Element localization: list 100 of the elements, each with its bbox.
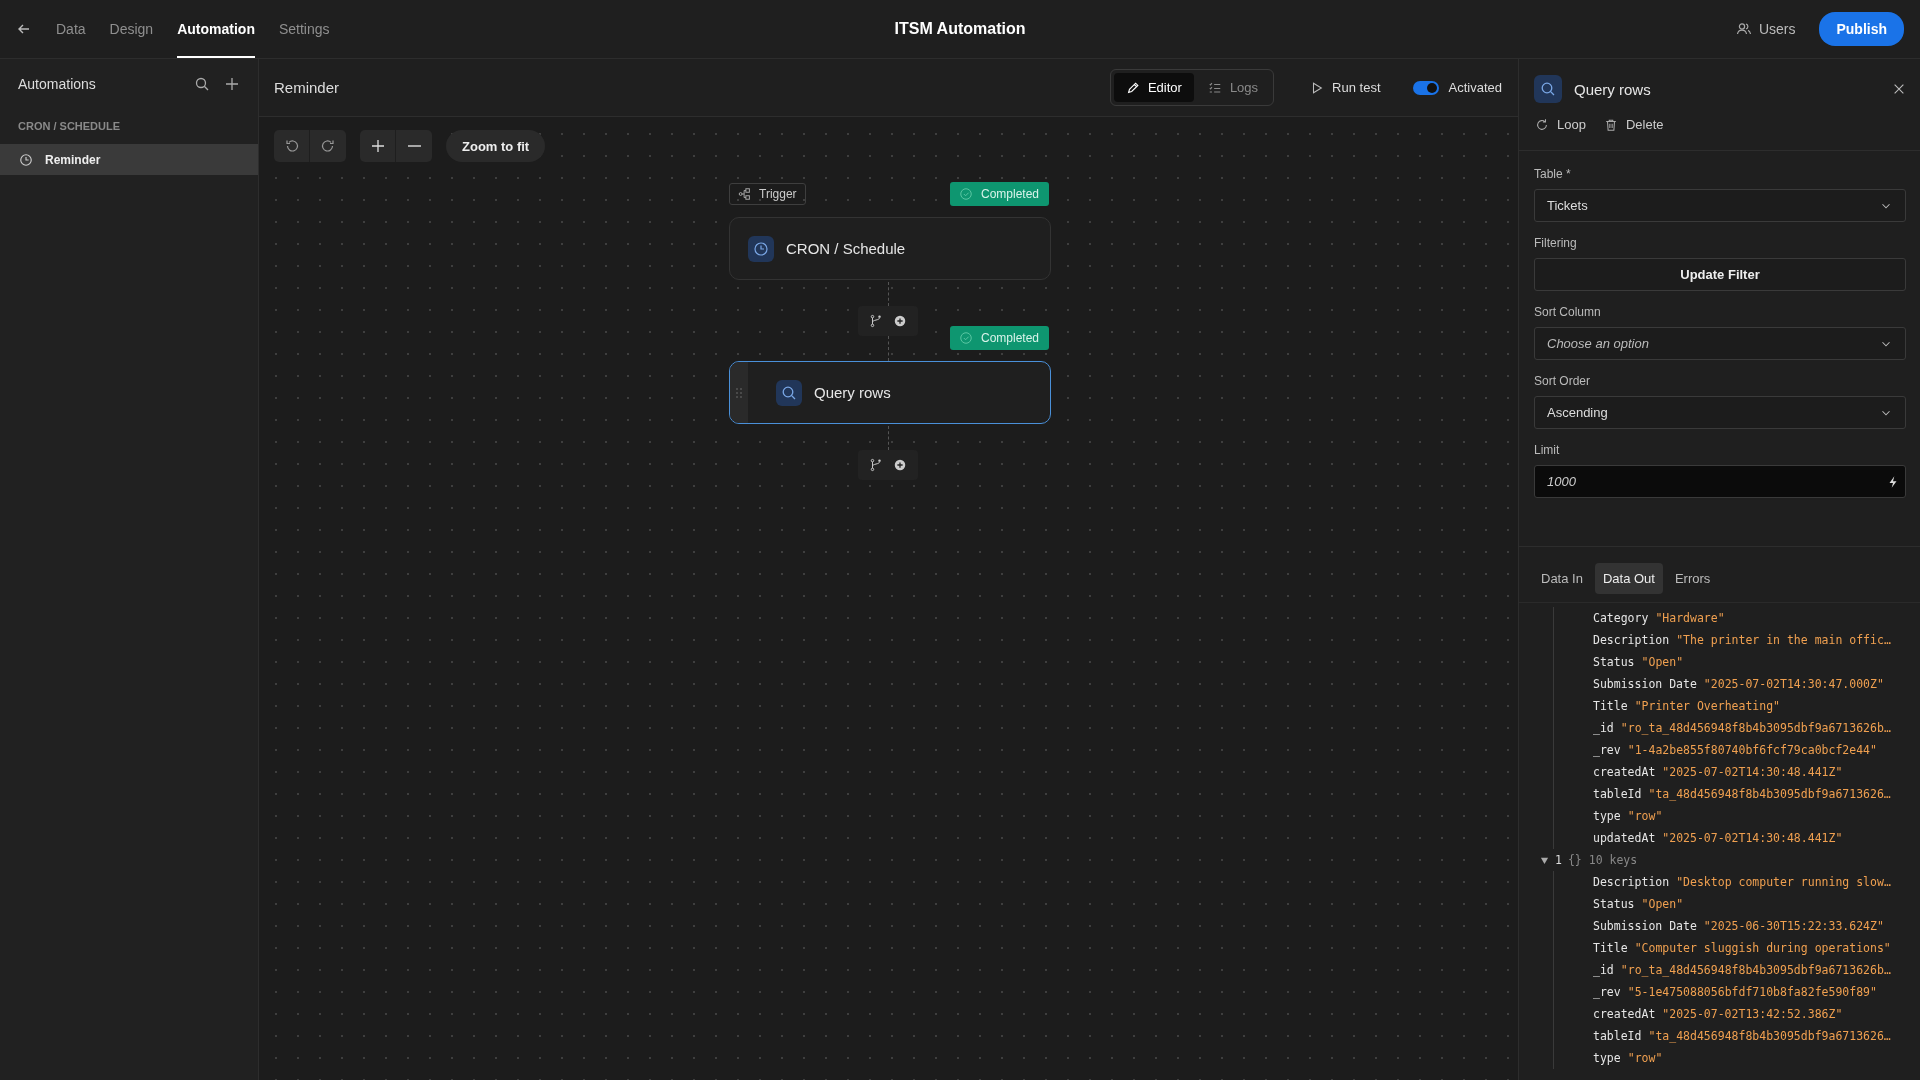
mode-tab[interactable]: Logs — [1195, 73, 1271, 102]
loop-icon — [1535, 117, 1549, 132]
automation-title: Reminder — [274, 79, 340, 96]
json-key: Submission Date — [1593, 677, 1697, 691]
step-node[interactable]: Query rows — [729, 361, 1051, 424]
panel-title: Query rows — [1574, 80, 1651, 98]
clock-icon — [753, 240, 769, 257]
pencil-icon — [1125, 80, 1140, 95]
json-value: "5-1e475088056bfdf710b8fa82fe590f89" — [1627, 985, 1877, 999]
activated-label: Activated — [1448, 80, 1502, 95]
limit-field[interactable]: 1000 — [1534, 465, 1906, 498]
step-name: CRON / Schedule — [786, 240, 906, 257]
json-value: "Hardware" — [1655, 611, 1725, 625]
json-key: tableId — [1593, 787, 1642, 801]
publish-button[interactable]: Publish — [1819, 12, 1904, 46]
status-badge: Completed — [950, 182, 1049, 206]
users-button[interactable]: Users — [1729, 20, 1802, 38]
nav-tab[interactable]: Data — [56, 0, 86, 58]
json-value: "2025-07-02T14:30:47.000Z" — [1703, 677, 1884, 691]
json-value: "The printer in the main offic… — [1676, 633, 1891, 647]
json-value: "ta_48d456948f8b4b3095dbf9a6713626… — [1648, 1029, 1891, 1043]
add-step-icon[interactable] — [893, 458, 907, 472]
json-value: "2025-07-02T14:30:48.441Z" — [1662, 765, 1843, 779]
checklist-icon — [1207, 80, 1222, 95]
json-value: "ta_48d456948f8b4b3095dbf9a6713626… — [1648, 787, 1891, 801]
search-icon — [1540, 81, 1556, 97]
plus-icon — [369, 138, 386, 154]
app-title: ITSM Automation — [894, 20, 1026, 38]
panel-action[interactable]: Loop — [1535, 117, 1586, 132]
field-label: Sort Order — [1534, 374, 1591, 388]
check-circle-icon — [959, 331, 973, 345]
drag-handle[interactable] — [730, 362, 748, 423]
json-value: "ro_ta_48d456948f8b4b3095dbf9a6713626b… — [1620, 963, 1891, 977]
json-key: updatedAt — [1593, 831, 1656, 845]
json-value: "Open" — [1641, 655, 1684, 669]
status-badge: Completed — [950, 326, 1049, 350]
json-key: createdAt — [1593, 1007, 1656, 1021]
add-step-icon[interactable] — [893, 314, 907, 328]
field-label: Table * — [1534, 167, 1572, 181]
hierarchy-icon — [738, 187, 752, 201]
key-count: {} 10 keys — [1567, 853, 1638, 867]
json-key: _id — [1593, 721, 1614, 735]
select-field[interactable]: Tickets — [1534, 189, 1906, 222]
field-label: Limit — [1534, 443, 1561, 457]
search-icon[interactable] — [194, 76, 210, 92]
update-filter-button[interactable]: Update Filter — [1534, 258, 1906, 291]
json-key: _rev — [1593, 985, 1621, 999]
sidebar-title: Automations — [18, 76, 96, 92]
check-circle-icon — [959, 187, 973, 201]
json-value: "row" — [1627, 809, 1663, 823]
json-value: "Computer sluggish during operations" — [1634, 941, 1891, 955]
select-field[interactable]: Choose an option — [1534, 327, 1906, 360]
minus-icon — [407, 145, 421, 147]
field-label: Sort Column — [1534, 305, 1602, 319]
json-key: _rev — [1593, 743, 1621, 757]
undo-icon — [283, 138, 300, 154]
json-key: Description — [1593, 633, 1670, 647]
field-label: Filtering — [1534, 236, 1578, 250]
json-key: _id — [1593, 963, 1614, 977]
users-icon — [1735, 21, 1752, 37]
select-field[interactable]: Ascending — [1534, 396, 1906, 429]
group-heading: CRON / SCHEDULE — [17, 119, 122, 134]
json-value: "2025-07-02T13:42:52.386Z" — [1662, 1007, 1843, 1021]
step-name: Query rows — [814, 384, 891, 401]
row-index: 1 — [1555, 853, 1562, 867]
json-value: "Desktop computer running slow… — [1676, 875, 1891, 889]
nav-tab[interactable]: Design — [109, 0, 154, 58]
json-key: Description — [1593, 875, 1670, 889]
zoom-to-fit-button[interactable]: Zoom to fit — [446, 130, 546, 162]
play-icon — [1310, 80, 1325, 95]
trigger-tag: Trigger — [729, 183, 806, 205]
search-icon — [781, 384, 797, 401]
panel-tab[interactable]: Data Out — [1594, 563, 1663, 594]
json-value: "2025-06-30T15:22:33.624Z" — [1703, 919, 1884, 933]
branch-icon[interactable] — [869, 314, 883, 328]
nav-tab[interactable]: Settings — [278, 0, 330, 58]
panel-action[interactable]: Delete — [1603, 117, 1664, 132]
panel-tab[interactable]: Errors — [1666, 563, 1719, 594]
json-key: Status — [1593, 897, 1635, 911]
json-value: "row" — [1627, 1051, 1663, 1065]
run-test-button[interactable]: Run test — [1304, 79, 1387, 96]
json-key: type — [1593, 1051, 1621, 1065]
mode-tab[interactable]: Editor — [1113, 73, 1194, 102]
automation-item[interactable]: Reminder — [0, 144, 258, 175]
json-key: type — [1593, 809, 1621, 823]
json-key: createdAt — [1593, 765, 1656, 779]
expand-caret-icon[interactable] — [1540, 855, 1549, 865]
json-value: "2025-07-02T14:30:48.441Z" — [1662, 831, 1843, 845]
branch-icon[interactable] — [869, 458, 883, 472]
json-key: Category — [1593, 611, 1649, 625]
close-icon[interactable] — [1892, 82, 1906, 96]
step-node[interactable]: CRON / Schedule — [729, 217, 1051, 280]
clock-icon — [19, 152, 33, 167]
add-icon[interactable] — [224, 76, 240, 92]
json-key: Title — [1593, 941, 1628, 955]
json-key: Title — [1593, 699, 1628, 713]
toggle-switch[interactable] — [1412, 80, 1439, 95]
json-value: "1-4a2be855f80740bf6fcf79ca0bcf2e44" — [1627, 743, 1877, 757]
json-value: "Open" — [1641, 897, 1684, 911]
panel-tab[interactable]: Data In — [1533, 563, 1591, 594]
